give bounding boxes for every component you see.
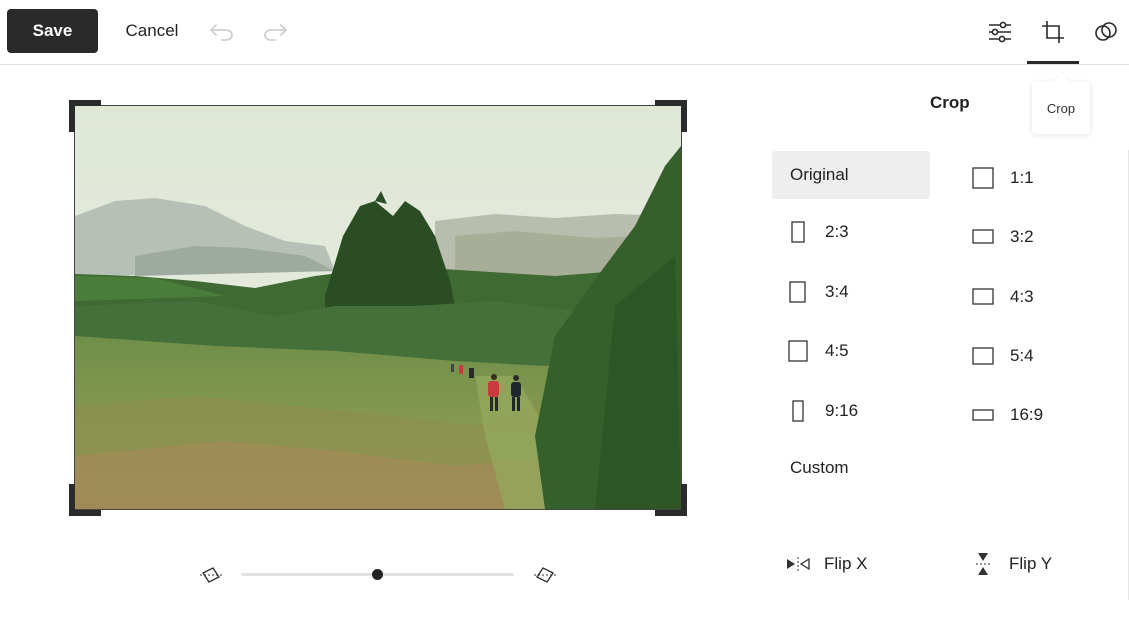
top-toolbar: Save Cancel — [0, 0, 1129, 65]
ratio-3-2-icon — [972, 229, 994, 245]
crop-option-4-3[interactable]: 4:3 — [972, 273, 1092, 321]
landscape-photo — [74, 105, 682, 510]
rotate-left-icon[interactable] — [199, 564, 223, 586]
crop-option-3-4[interactable]: 3:4 — [787, 268, 927, 316]
flip-x-button[interactable]: Flip X — [786, 549, 867, 579]
rotate-right-icon[interactable] — [533, 564, 557, 586]
crop-handle-top-right[interactable] — [655, 100, 687, 132]
ratio-16-9-icon — [972, 408, 994, 422]
redo-icon[interactable] — [260, 18, 290, 44]
crop-option-original[interactable]: Original — [772, 151, 930, 199]
ratio-4-5-icon — [787, 340, 809, 362]
straighten-slider — [195, 560, 565, 590]
crop-option-16-9[interactable]: 16:9 — [972, 391, 1092, 439]
ratio-5-4-icon — [972, 346, 994, 366]
crop-icon[interactable] — [1033, 12, 1073, 52]
crop-handle-bottom-right[interactable] — [655, 484, 687, 516]
undo-icon[interactable] — [207, 18, 237, 44]
ratio-2-3-icon — [787, 221, 809, 243]
adjust-sliders-icon[interactable] — [980, 12, 1020, 52]
crop-handle-top-left[interactable] — [69, 100, 101, 132]
flip-x-icon — [786, 557, 810, 571]
crop-canvas[interactable] — [69, 100, 687, 516]
crop-option-2-3[interactable]: 2:3 — [787, 208, 927, 256]
active-tool-indicator — [1027, 61, 1079, 64]
ratio-1-1-icon — [972, 167, 994, 189]
crop-option-5-4[interactable]: 5:4 — [972, 332, 1092, 380]
ratio-9-16-icon — [787, 400, 809, 422]
slider-knob[interactable] — [372, 569, 383, 580]
crop-option-4-5[interactable]: 4:5 — [787, 327, 927, 375]
crop-option-1-1[interactable]: 1:1 — [972, 154, 1092, 202]
ratio-4-3-icon — [972, 288, 994, 306]
save-button[interactable]: Save — [7, 9, 98, 53]
crop-tooltip: Crop — [1032, 82, 1090, 134]
crop-option-9-16[interactable]: 9:16 — [787, 387, 927, 435]
flip-y-button[interactable]: Flip Y — [971, 549, 1052, 579]
flip-y-icon — [971, 552, 995, 576]
crop-option-3-2[interactable]: 3:2 — [972, 213, 1092, 261]
filters-circles-icon[interactable] — [1086, 12, 1126, 52]
crop-option-custom[interactable]: Custom — [790, 444, 930, 492]
cancel-button[interactable]: Cancel — [112, 9, 192, 53]
panel-title: Crop — [930, 93, 970, 112]
ratio-3-4-icon — [787, 281, 809, 303]
crop-handle-bottom-left[interactable] — [69, 484, 101, 516]
